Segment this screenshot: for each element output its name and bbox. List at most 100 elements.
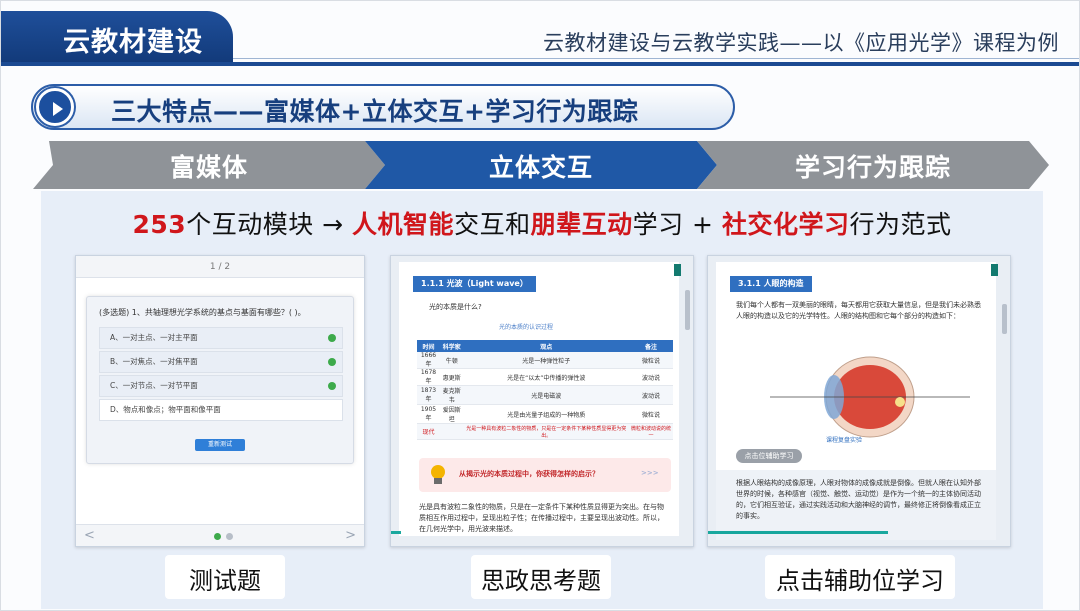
table-cell: 1873 年 (417, 385, 440, 405)
table-header: 科学家 (439, 340, 464, 352)
intro-paragraph: 我们每个人都有一双美丽的眼睛，每天都用它获取大量信息，但是我们未必熟悉人眼的构造… (736, 301, 981, 320)
tagline-highlight: 人机智能 (352, 210, 455, 239)
content-panel: 253个互动模块 → 人机智能交互和朋辈互动学习 + 社交化学习行为范式 1 /… (41, 191, 1043, 609)
history-table: 时间 科学家 观点 备注 1666 年 牛顿 光是一种弹性粒子 微粒说 1678… (417, 340, 673, 440)
answer-paragraph: 光是具有波粒二象性的物质，只是在一定条件下某种性质显得更为突出。在与物质相互作用… (419, 503, 664, 533)
section-heading: 1.1.1 光波（Light wave） (413, 276, 536, 292)
header-title: 云教材建设与云教学实践——以《应用光学》课程为例 (543, 31, 1059, 55)
page-dot-active[interactable] (214, 533, 221, 540)
table-header: 时间 (417, 340, 440, 352)
prev-arrow-icon[interactable]: < (84, 528, 95, 543)
ebook-page-content: 1.1.1 光波（Light wave） 光的本质是什么? 光的本质的认识过程 … (399, 262, 679, 536)
table-cell: 1678 年 (417, 368, 440, 386)
intro-text: 光的本质是什么? (429, 303, 482, 311)
table-cell: 1905 年 (417, 404, 440, 424)
play-icon[interactable] (36, 88, 74, 126)
quiz-question: (多选题) 1、共轴理想光学系统的基点与基面有哪些？( )。 (99, 308, 306, 317)
check-icon (328, 358, 336, 366)
table-cell: 波动说 (629, 368, 673, 386)
section-heading: 3.1.1 人眼的构造 (730, 276, 812, 292)
table-cell: 光是由光量子组成的一种物质 (463, 404, 630, 424)
table-cell: 微粒说 (629, 404, 673, 424)
scrollbar[interactable] (685, 290, 690, 330)
retest-button[interactable]: 重新测试 (195, 439, 245, 451)
quiz-option-b[interactable]: B、一对焦点、一对焦平面 (99, 351, 343, 373)
quiz-option-c[interactable]: C、一对节点、一对节平面 (99, 375, 343, 397)
table-cell[interactable]: 牛顿 (439, 352, 464, 369)
caption-label: 点击辅助位学习 (776, 567, 944, 595)
table-cell: 微粒说 (629, 352, 673, 369)
page-dot[interactable] (226, 533, 233, 540)
progress-bar (708, 531, 888, 534)
explanation-paragraph: 根据人眼结构的成像原理，人眼对物体的成像成就是倒像。但就人眼在认知外部世界的时候… (736, 479, 981, 520)
ebook-page: 3.1.1 人眼的构造 我们每个人都有一双美丽的眼睛，每天都用它获取大量信息，但… (708, 256, 1010, 546)
quiz-card: 1 / 2 (多选题) 1、共轴理想光学系统的基点与基面有哪些？( )。 A、一… (75, 255, 365, 547)
quiz-option-label: D、物点和像点；物平面和像平面 (110, 405, 221, 414)
chevron-behavior-tracking-label: 学习行为跟踪 (794, 153, 951, 182)
tagline: 253个互动模块 → 人机智能交互和朋辈互动学习 + 社交化学习行为范式 (41, 205, 1043, 241)
section-banner-title: 三大特点——富媒体+立体交互+学习行为跟踪 (111, 97, 639, 126)
check-icon (328, 382, 336, 390)
table-cell: 1666 年 (417, 352, 440, 369)
tagline-part: 个互动模块 → (186, 210, 353, 239)
ebook-page-content: 3.1.1 人眼的构造 我们每个人都有一双美丽的眼睛，每天都用它获取大量信息，但… (716, 262, 996, 540)
eye-diagram[interactable] (750, 342, 1000, 442)
quiz-option-a[interactable]: A、一对主点、一对主平面 (99, 327, 343, 349)
header-tab: 云教材建设 (1, 11, 233, 63)
caption-aux: 点击辅助位学习 (765, 555, 955, 599)
quiz-option-d[interactable]: D、物点和像点；物平面和像平面 (99, 399, 343, 421)
check-icon (328, 334, 336, 342)
section-banner: 三大特点——富媒体+立体交互+学习行为跟踪 (31, 84, 735, 130)
chevron-3d-interaction-label: 立体交互 (488, 153, 593, 182)
quiz-option-label: A、一对主点、一对主平面 (110, 333, 198, 342)
table-cell: 光是一种具有波粒二象性的物质，只是在一定条件下某种性质显得更为突出。 (463, 423, 630, 440)
quiz-page-indicator: 1 / 2 (76, 256, 364, 278)
aux-learning-button[interactable]: 点击位辅助学习 (736, 449, 802, 463)
next-arrow-icon[interactable]: > (345, 528, 356, 543)
tagline-highlight: 社交化学习 (721, 210, 850, 239)
table-cell[interactable]: 爱因斯坦 (439, 404, 464, 424)
tagline-part: 学习 + (632, 210, 722, 239)
lightbulb-icon (431, 465, 445, 484)
table-cell[interactable]: 惠更斯 (439, 368, 464, 386)
chevron-behavior-tracking: 学习行为跟踪 (697, 141, 1049, 189)
tagline-highlight: 朋辈互动 (530, 210, 633, 239)
table-row: 1905 年 爱因斯坦 光是由光量子组成的一种物质 微粒说 (417, 404, 673, 424)
ebook-page: 1.1.1 光波（Light wave） 光的本质是什么? 光的本质的认识过程 … (391, 256, 693, 546)
tagline-part: 交互和 (454, 210, 531, 239)
expand-arrows-icon[interactable]: >>> (641, 469, 659, 477)
think-question: 从揭示光的本质过程中，你获得怎样的启示？ (459, 470, 599, 478)
ideology-card: 1.1.1 光波（Light wave） 光的本质是什么? 光的本质的认识过程 … (390, 255, 694, 547)
tagline-part: 行为范式 (849, 210, 952, 239)
module-count: 253 (132, 210, 187, 239)
chevron-rich-media-label: 富媒体 (169, 153, 248, 182)
table-cell: 波动说 (629, 385, 673, 405)
quiz-footer: < > (76, 524, 364, 546)
quiz-option-label: C、一对节点、一对节平面 (110, 381, 198, 390)
table-row: 1678 年 惠更斯 光是在“以太”中传播的弹性波 波动说 (417, 368, 673, 386)
table-cell (439, 423, 464, 440)
table-cell: 现代 (417, 423, 440, 440)
table-title: 光的本质的认识过程 (499, 324, 554, 331)
caption-label: 测试题 (189, 567, 261, 595)
caption-ideology: 思政思考题 (471, 555, 611, 599)
caption-label: 思政思考题 (481, 567, 601, 595)
think-question-box[interactable]: 从揭示光的本质过程中，你获得怎样的启示？ >>> (419, 458, 671, 492)
slide: 云教材建设 云教材建设与云教学实践——以《应用光学》课程为例 三大特点——富媒体… (0, 0, 1080, 611)
table-cell[interactable]: 麦克斯韦 (439, 385, 464, 405)
experiment-link[interactable]: 课程复盘实验 (826, 435, 862, 446)
chevron-rich-media: 富媒体 (33, 141, 385, 189)
bookmark-icon[interactable] (674, 264, 681, 276)
table-cell: 微粒和波动说的统一 (629, 423, 673, 440)
table-row: 1873 年 麦克斯韦 光是电磁波 波动说 (417, 385, 673, 405)
header-divider (1, 62, 1079, 66)
scrollbar[interactable] (1002, 304, 1007, 334)
bookmark-icon[interactable] (991, 264, 998, 276)
caption-quiz: 测试题 (165, 555, 285, 599)
table-header: 备注 (629, 340, 673, 352)
header-tab-label: 云教材建设 (63, 27, 203, 58)
table-cell: 光是一种弹性粒子 (463, 352, 630, 369)
header-thin-line (233, 58, 1079, 59)
table-row: 1666 年 牛顿 光是一种弹性粒子 微粒说 (417, 352, 673, 369)
progress-bar (391, 531, 401, 534)
